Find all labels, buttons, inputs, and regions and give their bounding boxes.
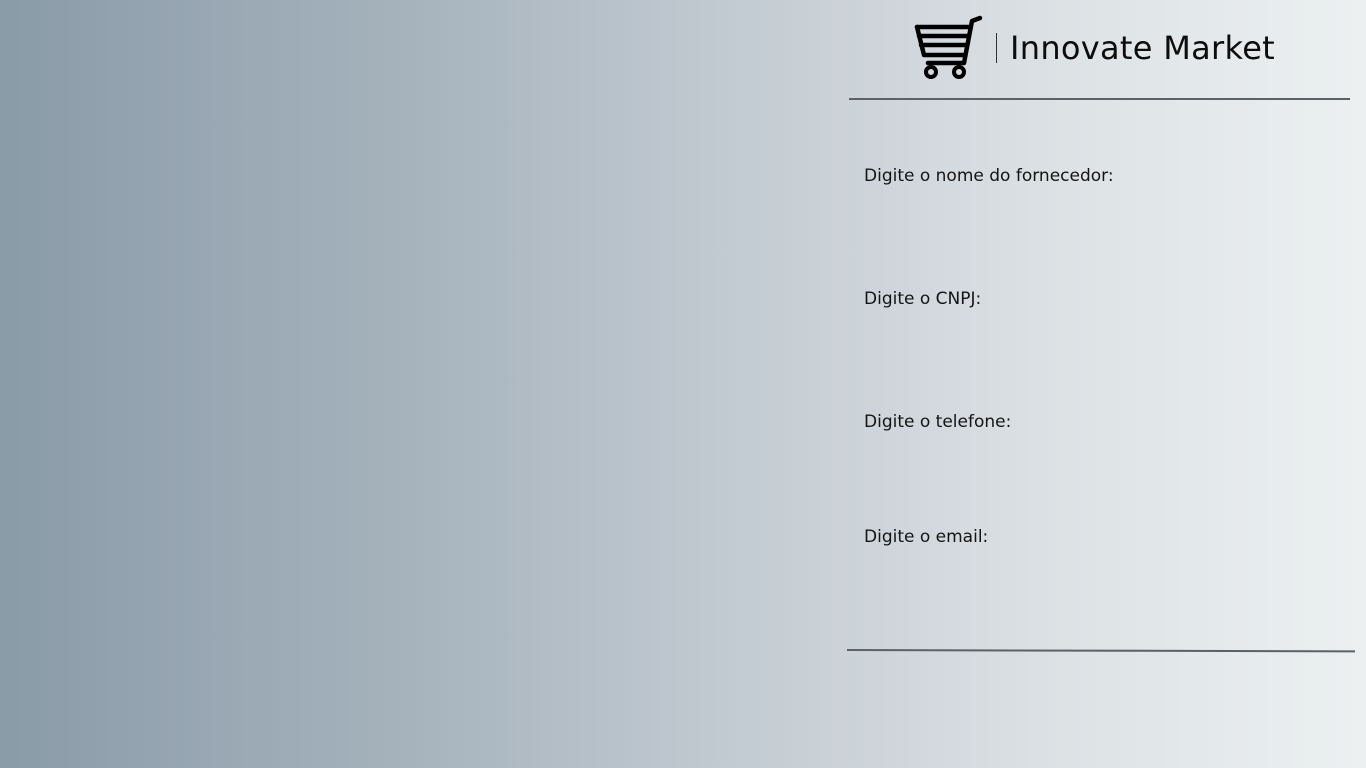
email-input[interactable] <box>864 558 1334 586</box>
cnpj-input[interactable] <box>864 320 1334 348</box>
brand-name: Innovate Market <box>1010 29 1276 67</box>
email-group: Digite o email: <box>864 526 1344 586</box>
supplier-name-input[interactable] <box>864 197 1334 225</box>
supplier-name-label: Digite o nome do fornecedor: <box>864 166 1114 186</box>
phone-label: Digite o telefone: <box>864 412 1012 432</box>
brand-separator <box>996 33 997 63</box>
cnpj-label: Digite o CNPJ: <box>864 289 982 309</box>
email-label: Digite o email: <box>864 527 989 547</box>
cnpj-group: Digite o CNPJ: <box>864 288 1344 348</box>
shopping-cart-icon <box>914 15 983 79</box>
phone-input[interactable] <box>864 443 1334 471</box>
header-divider <box>849 98 1350 100</box>
supplier-name-group: Digite o nome do fornecedor: <box>864 165 1344 225</box>
phone-group: Digite o telefone: <box>864 411 1344 471</box>
form-footer-divider <box>846 649 1356 653</box>
brand-header: Innovate Market <box>914 15 1275 81</box>
